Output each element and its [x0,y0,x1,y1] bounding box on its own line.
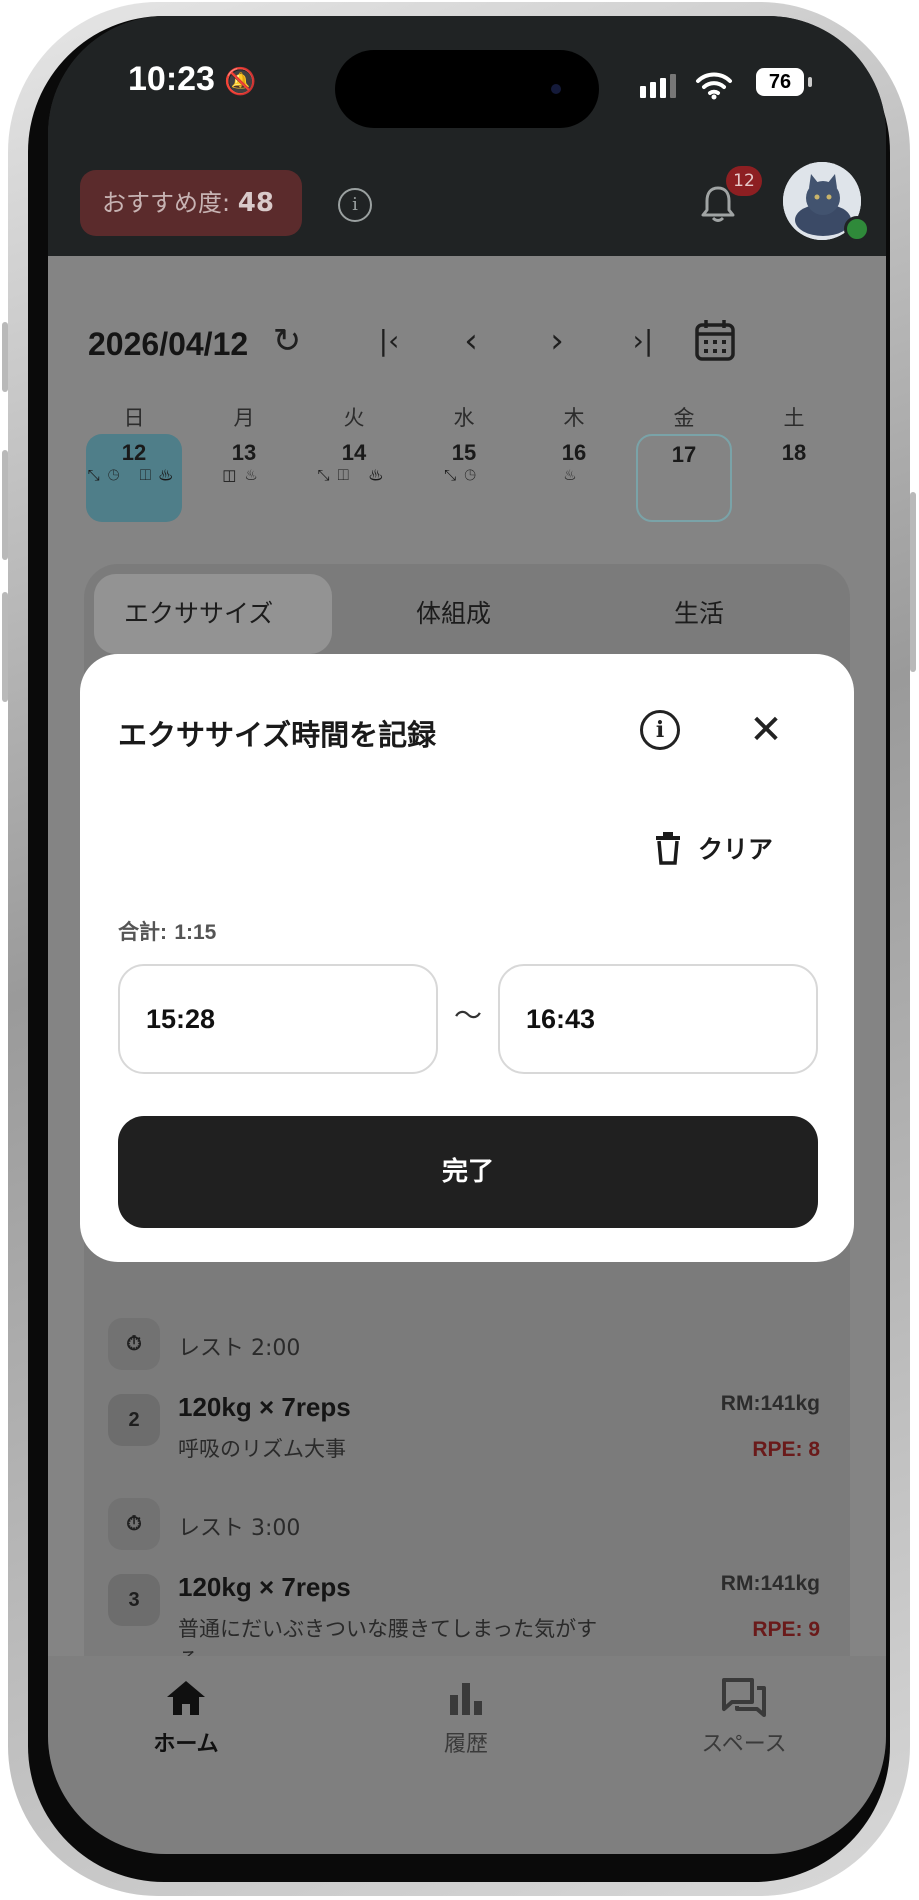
calendar-day[interactable]: 13 ◫♨ [196,434,292,522]
calendar-day-selected[interactable]: 12 ⤡◷ ◫♨ [86,434,182,522]
online-status-dot [844,216,870,242]
weekday-label: 火 [343,406,365,430]
bottom-nav: ホーム 履歴 スペース [48,1656,886,1854]
tab-exercise[interactable]: エクササイズ [124,594,273,630]
dialog-title: エクササイズ時間を記録 [118,718,437,752]
calendar-day[interactable]: 18 [746,434,842,522]
info-icon[interactable]: i [338,188,372,222]
set-rm: RM:141kg [720,1392,820,1415]
timer-icon: ⏱ [108,1498,160,1550]
set-number: 3 [108,1574,160,1626]
day-activity-icons: ⤡◫ ♨ [317,467,391,484]
clear-button[interactable]: クリア [654,826,773,870]
end-time-field[interactable]: 16:43 [498,964,818,1074]
set-rm: RM:141kg [720,1572,820,1595]
calendar-day[interactable]: 14 ⤡◫ ♨ [306,434,402,522]
nav-history[interactable]: 履歴 [386,1670,546,1758]
mute-switch [2,322,8,392]
set-weight-reps[interactable]: 120kg × 7reps [178,1392,351,1423]
app-screen: 10:23 🔕 76 おすすめ度: 48 i 12 2026/04/12 ↻ |… [48,16,886,1854]
volume-down-button [2,592,8,702]
rest-label: レスト 3:00 [178,1516,301,1541]
tab-body-composition[interactable]: 体組成 [416,594,491,630]
set-rpe: RPE: 9 [752,1618,820,1641]
nav-space[interactable]: スペース [664,1670,824,1758]
recommend-value: 48 [237,188,274,218]
set-number: 2 [108,1394,160,1446]
weekday-label: 土 [783,406,805,430]
recommend-label: おすすめ度: [102,189,231,217]
status-time: 10:23 🔕 [128,60,257,98]
start-time-field[interactable]: 15:28 [118,964,438,1074]
weekday-label: 木 [563,406,585,430]
range-separator: ～ [454,999,483,1032]
day-activity-icons: ◫♨ [222,467,266,484]
trash-icon [656,832,680,865]
signal-icon [640,86,646,98]
day-activity-icons: ⤡◷ [444,467,484,484]
set-weight-reps[interactable]: 120kg × 7reps [178,1572,351,1603]
dynamic-island [335,50,599,128]
weekday-label: 水 [453,406,475,430]
calendar-day-today[interactable]: 17 [636,434,732,522]
prev-icon[interactable]: ‹ [448,318,494,364]
home-icon [167,1681,205,1715]
first-page-icon[interactable]: |‹ [366,318,412,364]
info-icon[interactable]: i [640,710,680,750]
calendar-day[interactable]: 16 ♨ [526,434,622,522]
weekday-label: 金 [673,406,695,430]
bar-chart-icon [450,1683,482,1715]
nav-home[interactable]: ホーム [106,1670,266,1758]
chat-icon [722,1678,766,1717]
notification-badge: 12 [726,166,762,196]
app-header: 10:23 🔕 76 おすすめ度: 48 i 12 [48,16,886,256]
weekday-label: 月 [233,406,255,430]
timer-icon: ⏱ [108,1318,160,1370]
volume-up-button [2,450,8,560]
set-memo: 呼吸のリズム大事 [178,1437,346,1461]
date-title: 2026/04/12 [88,326,249,362]
wifi-icon [696,72,732,100]
rest-label: レスト 2:00 [178,1336,301,1361]
day-activity-icons: ♨ [563,467,585,484]
next-icon[interactable]: › [534,318,580,364]
set-rpe: RPE: 8 [752,1438,820,1461]
power-button [910,492,916,672]
refresh-icon[interactable]: ↻ [264,318,310,364]
total-duration: 合計: 1:15 [118,921,217,944]
tab-lifestyle[interactable]: 生活 [674,594,724,630]
close-icon[interactable]: ✕ [740,704,792,756]
done-button[interactable]: 完了 [118,1116,818,1228]
recommend-score-badge[interactable]: おすすめ度: 48 [80,170,302,236]
weekday-label: 日 [123,406,145,430]
battery-indicator: 76 [756,68,804,96]
day-activity-icons: ⤡◷ ◫♨ [87,467,181,484]
exercise-time-dialog: エクササイズ時間を記録 i ✕ クリア 合計: 1:15 15:28 ～ 16:… [80,654,854,1262]
silent-bell-icon: 🔕 [224,66,257,96]
last-page-icon[interactable]: ›| [620,318,666,364]
calendar-day[interactable]: 15 ⤡◷ [416,434,512,522]
calendar-icon[interactable] [694,318,736,362]
